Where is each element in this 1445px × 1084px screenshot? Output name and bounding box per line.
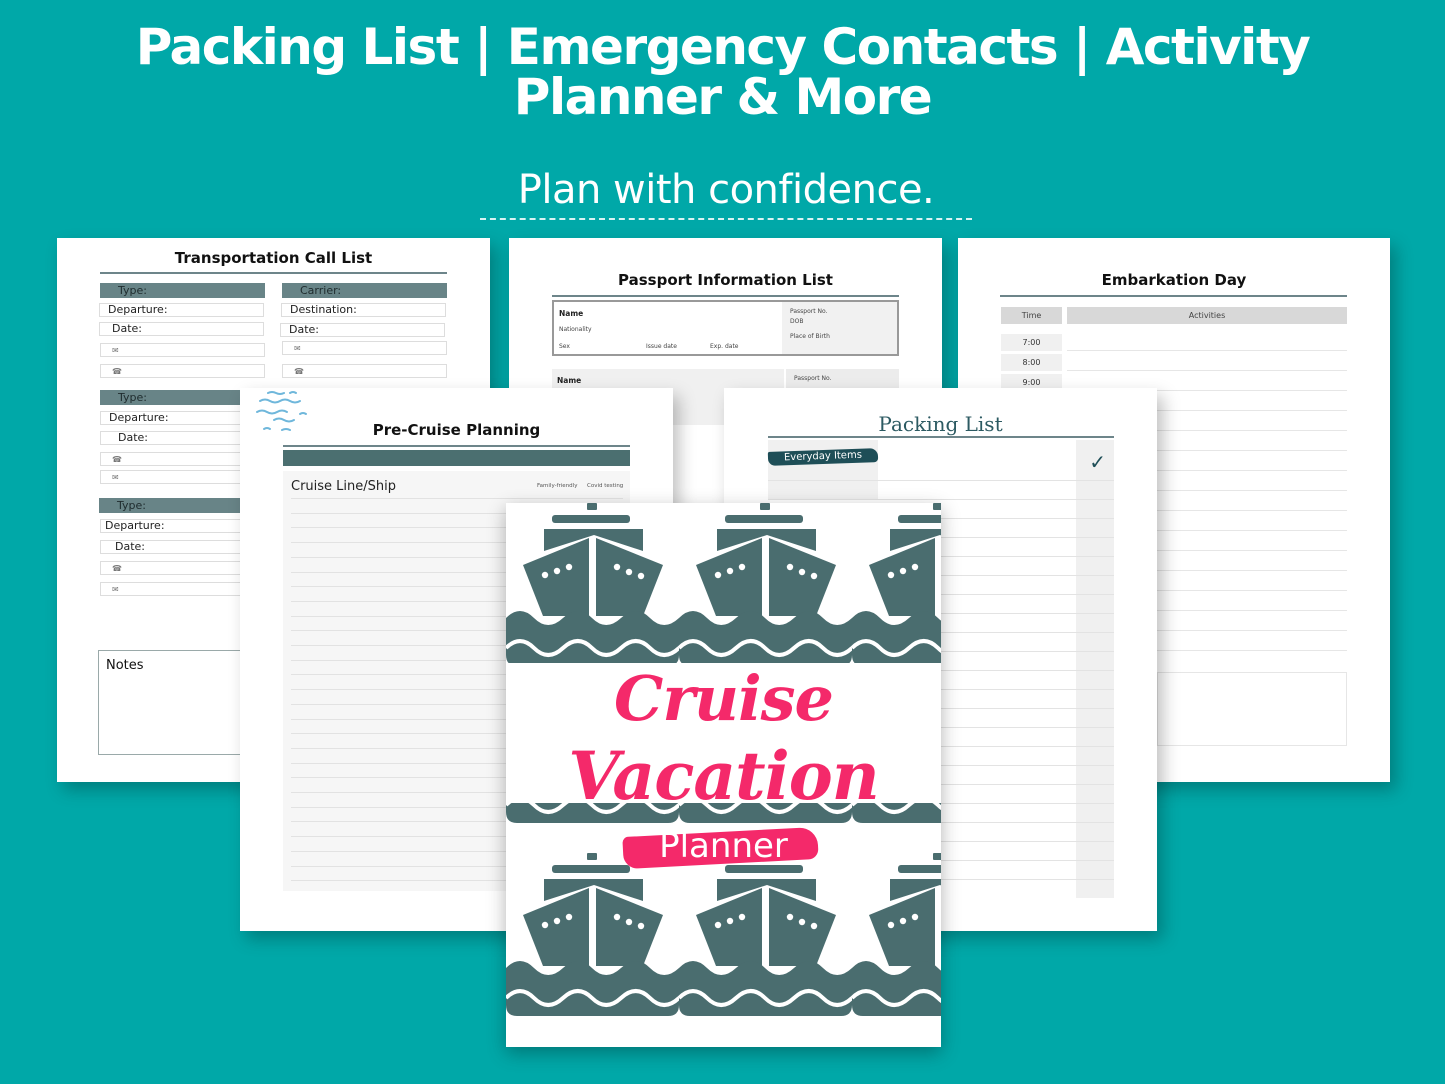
title-rule [100,272,447,274]
cover-title-line-2: Vacation [568,737,879,815]
email-field: ✉ [100,343,265,357]
covid-testing-label: Covid testing [587,483,624,489]
page-title: Pre-Cruise Planning [372,421,541,439]
date-field: Date: [99,322,264,336]
ruled-line [1067,370,1347,371]
exp-date-label: Exp. date [710,343,739,350]
sex-label: Sex [559,343,570,350]
check-column [1076,440,1114,898]
phone-icon: ☎ [112,455,122,464]
destination-field: Destination: [281,303,446,317]
passport-no-label: Passport No. [790,308,828,315]
cover-page: Cruise Vacation Planner [506,503,941,1047]
passport-no-label: Passport No. [794,375,832,382]
dob-label: DOB [790,318,804,325]
ruled-line [768,499,1114,500]
tagline: Plan with confidence. [480,166,972,220]
page-title: Passport Information List [618,271,833,289]
place-of-birth-label: Place of Birth [790,333,830,340]
date-field: Date: [280,323,445,337]
header-band [283,450,630,466]
phone-icon: ☎ [112,564,122,573]
title-rule [283,445,630,447]
passport-right-column: Passport No. DOB Place of Birth [782,302,897,354]
departure-field: Departure: [99,303,264,317]
block-head: Carrier: [282,283,447,298]
passport-card: Name Nationality Sex Issue date Exp. dat… [552,300,899,356]
ruled-line [291,498,623,499]
title-rule [768,436,1114,438]
mail-icon: ✉ [294,344,301,353]
title-rule [1000,295,1347,297]
activities-header: Activities [1067,307,1347,324]
time-slot: 7:00 [1001,334,1062,351]
nationality-label: Nationality [559,326,592,333]
notes-box [1157,672,1347,746]
title-rule [552,295,899,297]
mail-icon: ✉ [112,473,119,482]
phone-icon: ☎ [294,367,304,376]
page-title: Embarkation Day [1101,271,1247,289]
email-field: ✉ [282,341,447,355]
phone-field: ☎ [100,364,265,378]
headline-line-2: Planner & More [513,68,933,126]
headline: Packing List | Emergency Contacts | Acti… [0,22,1445,122]
mail-icon: ✉ [112,585,119,594]
name-label: Name [557,376,582,385]
checkmark-icon: ✓ [1089,450,1106,474]
mail-icon: ✉ [112,346,119,355]
name-label: Name [559,309,584,318]
page-title: Packing List [878,412,1003,436]
time-slot: 8:00 [1001,354,1062,371]
cruise-line-label: Cruise Line/Ship [291,479,397,494]
ruled-line [1067,350,1347,351]
headline-line-1: Packing List | Emergency Contacts | Acti… [135,18,1311,76]
phone-field: ☎ [282,364,447,378]
cover-title-line-1: Cruise [614,662,834,735]
page-title: Transportation Call List [174,249,373,267]
time-header: Time [1001,307,1062,324]
cover-subtitle: Planner [659,826,788,866]
block-head: Type: [100,283,265,298]
issue-date-label: Issue date [646,343,677,350]
notes-label: Notes [106,658,144,673]
family-friendly-label: Family-friendly [537,483,578,489]
ruled-line [768,480,1114,481]
phone-icon: ☎ [112,367,122,376]
